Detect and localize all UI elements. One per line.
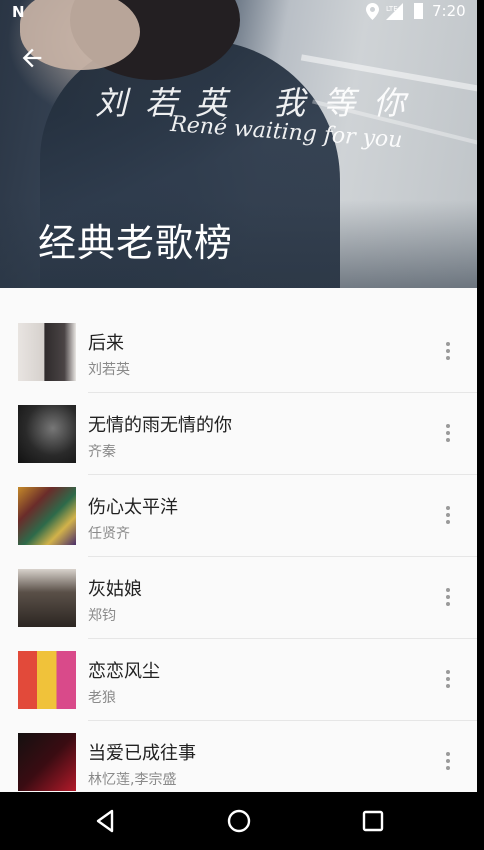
location-icon xyxy=(366,3,379,24)
clock: 7:20 xyxy=(432,2,466,20)
nav-home-button[interactable] xyxy=(224,806,254,836)
song-row[interactable]: 当爱已成往事 林忆莲,李宗盛 xyxy=(0,721,477,792)
album-cover xyxy=(18,323,76,381)
song-row[interactable]: 灰姑娘 郑钧 xyxy=(0,557,477,639)
home-circle-icon xyxy=(227,809,251,833)
carrier-logo: N xyxy=(12,3,25,21)
song-row[interactable]: 后来 刘若英 xyxy=(0,311,477,393)
more-options-button[interactable] xyxy=(438,339,458,365)
battery-icon xyxy=(414,3,423,19)
song-title: 灰姑娘 xyxy=(88,579,142,600)
song-artist: 郑钧 xyxy=(88,608,116,624)
song-title: 后来 xyxy=(88,333,124,354)
nav-back-button[interactable] xyxy=(90,806,120,836)
song-artist: 林忆莲,李宗盛 xyxy=(88,772,177,788)
song-artist: 任贤齐 xyxy=(88,526,130,542)
recents-square-icon xyxy=(362,810,384,832)
signal-icon: LTE xyxy=(386,3,408,24)
album-cover xyxy=(18,487,76,545)
screen: 刘若英 我等你 René waiting for you N LTE 7:20 … xyxy=(0,0,477,792)
more-options-button[interactable] xyxy=(438,585,458,611)
navigation-bar xyxy=(0,792,484,850)
song-title: 伤心太平洋 xyxy=(88,497,178,518)
song-list: 后来 刘若英 无情的雨无情的你 齐秦 伤心太平洋 任贤齐 灰姑娘 郑钧 恋恋风尘… xyxy=(0,311,477,792)
arrow-back-icon xyxy=(22,48,42,68)
song-artist: 刘若英 xyxy=(88,362,130,378)
status-bar: N LTE 7:20 xyxy=(0,0,477,24)
more-options-button[interactable] xyxy=(438,667,458,693)
song-row[interactable]: 恋恋风尘 老狼 xyxy=(0,639,477,721)
song-title: 无情的雨无情的你 xyxy=(88,415,232,436)
album-cover xyxy=(18,733,76,791)
network-type: LTE xyxy=(386,5,398,13)
song-title: 当爱已成往事 xyxy=(88,743,196,764)
song-row[interactable]: 伤心太平洋 任贤齐 xyxy=(0,475,477,557)
song-title: 恋恋风尘 xyxy=(88,661,160,682)
playlist-header: 刘若英 我等你 René waiting for you N LTE 7:20 … xyxy=(0,0,477,288)
song-row[interactable]: 无情的雨无情的你 齐秦 xyxy=(0,393,477,475)
song-artist: 老狼 xyxy=(88,690,116,706)
back-button[interactable] xyxy=(18,44,46,72)
album-cover xyxy=(18,651,76,709)
album-cover xyxy=(18,569,76,627)
more-options-button[interactable] xyxy=(438,503,458,529)
song-artist: 齐秦 xyxy=(88,444,116,460)
more-options-button[interactable] xyxy=(438,421,458,447)
playlist-title: 经典老歌榜 xyxy=(38,221,234,265)
more-options-button[interactable] xyxy=(438,749,458,775)
nav-recents-button[interactable] xyxy=(358,806,388,836)
album-cover xyxy=(18,405,76,463)
back-triangle-icon xyxy=(96,809,114,833)
